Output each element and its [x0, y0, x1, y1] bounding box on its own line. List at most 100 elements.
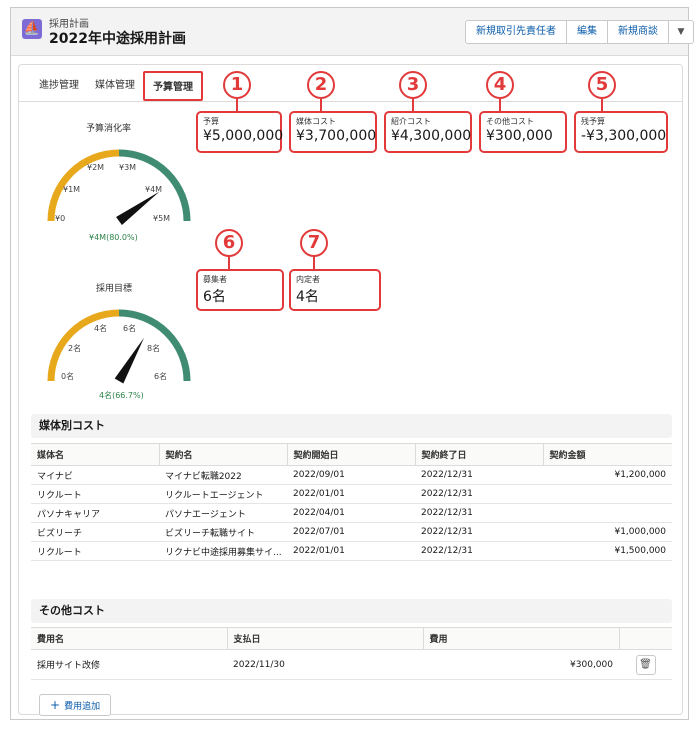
add-cost-label: 費用追加 [64, 702, 101, 712]
metric-value: 4名 [296, 289, 319, 305]
hire-gauge-title: 採用目標 [96, 284, 133, 294]
cell-contract[interactable]: リクルートエージェント [159, 484, 287, 504]
metric-budget: 予算 ¥5,000,000 [196, 111, 284, 153]
cell-start: 2022/01/01 [287, 541, 415, 561]
column-header[interactable]: 費用名 [31, 627, 228, 650]
cell-media: マイナビ [31, 465, 159, 485]
tab-media[interactable]: 媒体管理 [87, 71, 143, 101]
callout-badge: 7 [300, 229, 328, 257]
budget-tick-label: ¥2M [87, 163, 105, 172]
chevron-down-icon[interactable]: ▼ [668, 20, 694, 44]
other-cost-table: 費用名 支払日 費用 採用サイト改修 2022/11/30 ¥300,000 🗑 [31, 627, 672, 680]
metric-label: 紹介コスト [391, 117, 431, 126]
add-cost-button[interactable]: + 費用追加 [39, 694, 112, 716]
other-cost-section-title: その他コスト [31, 599, 672, 623]
plus-icon: + [50, 698, 61, 712]
cell-end: 2022/12/31 [415, 503, 543, 523]
budget-gauge-value: ¥4M(80.0%) [89, 233, 138, 242]
cell-media: リクルート [31, 541, 159, 561]
callout-stem [320, 99, 322, 111]
cell-contract[interactable]: ビズリーチ転職サイト [159, 522, 287, 542]
budget-tick-label: ¥1M [63, 185, 81, 194]
metric-label: 残予算 [581, 117, 605, 126]
column-header[interactable]: 契約開始日 [287, 443, 416, 466]
callout-stem [499, 99, 501, 111]
record-title: 2022年中途採用計画 [49, 31, 186, 47]
metric-label: 内定者 [296, 275, 320, 284]
callout-badge: 3 [399, 71, 427, 99]
table-row: マイナビ マイナビ転職2022 2022/09/01 2022/12/31 ¥1… [31, 465, 672, 485]
cell-amount: ¥1,200,000 [543, 465, 672, 485]
cell-end: 2022/12/31 [415, 522, 543, 542]
gauge-arc-low [47, 149, 120, 222]
metric-other-cost: その他コスト ¥300,000 [479, 111, 567, 153]
metric-value: ¥5,000,000 [203, 128, 284, 144]
column-header[interactable]: 支払日 [227, 627, 424, 650]
metric-label: 媒体コスト [296, 117, 336, 126]
hire-tick-label: 6名 [123, 324, 137, 333]
trash-icon[interactable]: 🗑 [635, 654, 656, 675]
cell-end: 2022/12/31 [415, 465, 543, 485]
callout-badge: 2 [307, 71, 335, 99]
sailboat-icon: ⛵ [22, 19, 42, 39]
actions-cell: 🗑 [619, 649, 672, 680]
budget-tick-label: ¥3M [119, 163, 137, 172]
metric-media-cost: 媒体コスト ¥3,700,000 [289, 111, 377, 153]
cell-start: 2022/09/01 [287, 465, 415, 485]
metric-value: ¥4,300,000 [391, 128, 472, 144]
callout-stem [236, 99, 238, 111]
callout-stem [228, 257, 230, 269]
metric-referral-cost: 紹介コスト ¥4,300,000 [384, 111, 472, 153]
metric-applicants: 募集者 6名 [196, 269, 284, 311]
table-row: リクルート リクナビ中途採用募集サイ... 2022/01/01 2022/12… [31, 541, 672, 561]
edit-button[interactable]: 編集 [566, 20, 608, 44]
budget-tick-label: ¥4M [145, 185, 163, 194]
cell-end: 2022/12/31 [415, 484, 543, 504]
column-header[interactable]: 契約金額 [543, 443, 672, 466]
cell-start: 2022/04/01 [287, 503, 415, 523]
record-header: ⛵ 採用計画 2022年中途採用計画 新規取引先責任者 編集 新規商談 ▼ [11, 8, 694, 56]
budget-card: 進捗管理 媒体管理 予算管理 予算消化率 ¥0 ¥1M ¥2M ¥3M ¥4M … [18, 64, 683, 716]
cell-cost-name: 採用サイト改修 [31, 649, 227, 680]
callout-stem [601, 99, 603, 111]
budget-tick-label: ¥5M [153, 214, 171, 223]
media-cost-table: 媒体名 契約名 契約開始日 契約終了日 契約金額 マイナビ マイナビ転職2022… [31, 443, 672, 561]
column-header[interactable]: 費用 [423, 627, 620, 650]
gauge-needle [114, 337, 145, 384]
column-header[interactable]: 契約終了日 [415, 443, 544, 466]
cell-media: リクルート [31, 484, 159, 504]
column-header[interactable]: 媒体名 [31, 443, 160, 466]
media-cost-section-title: 媒体別コスト [31, 414, 672, 438]
new-opportunity-button[interactable]: 新規商談 [607, 20, 669, 44]
callout-badge: 1 [223, 71, 251, 99]
cell-contract[interactable]: パソナエージェント [159, 503, 287, 523]
metric-label: その他コスト [486, 117, 534, 126]
cell-contract[interactable]: マイナビ転職2022 [159, 465, 287, 485]
metric-remaining-budget: 残予算 -¥3,300,000 [574, 111, 668, 153]
metric-value: ¥300,000 [486, 128, 553, 144]
tab-progress[interactable]: 進捗管理 [31, 71, 87, 101]
record-page: ⛵ 採用計画 2022年中途採用計画 新規取引先責任者 編集 新規商談 ▼ 進捗… [10, 7, 694, 720]
cell-amount: ¥1,500,000 [543, 541, 672, 561]
cell-pay-date: 2022/11/30 [227, 649, 423, 680]
new-contact-button[interactable]: 新規取引先責任者 [465, 20, 567, 44]
tab-divider [19, 101, 682, 102]
hire-tick-label: 0名 [61, 372, 75, 381]
metric-value: 6名 [203, 289, 226, 305]
column-header[interactable]: 契約名 [159, 443, 288, 466]
metric-offers: 内定者 4名 [289, 269, 381, 311]
tab-budget[interactable]: 予算管理 [143, 71, 203, 101]
budget-gauge-title: 予算消化率 [86, 124, 132, 134]
cell-amount: ¥1,000,000 [543, 522, 672, 542]
table-row: ビズリーチ ビズリーチ転職サイト 2022/07/01 2022/12/31 ¥… [31, 522, 672, 542]
cell-media: パソナキャリア [31, 503, 159, 523]
metric-value: -¥3,300,000 [581, 128, 667, 144]
metric-label: 募集者 [203, 275, 227, 284]
callout-badge: 4 [486, 71, 514, 99]
cell-contract[interactable]: リクナビ中途採用募集サイ... [159, 541, 287, 561]
cell-start: 2022/07/01 [287, 522, 415, 542]
metric-value: ¥3,700,000 [296, 128, 377, 144]
cell-end: 2022/12/31 [415, 541, 543, 561]
cell-amount [543, 484, 672, 504]
cell-media: ビズリーチ [31, 522, 159, 542]
